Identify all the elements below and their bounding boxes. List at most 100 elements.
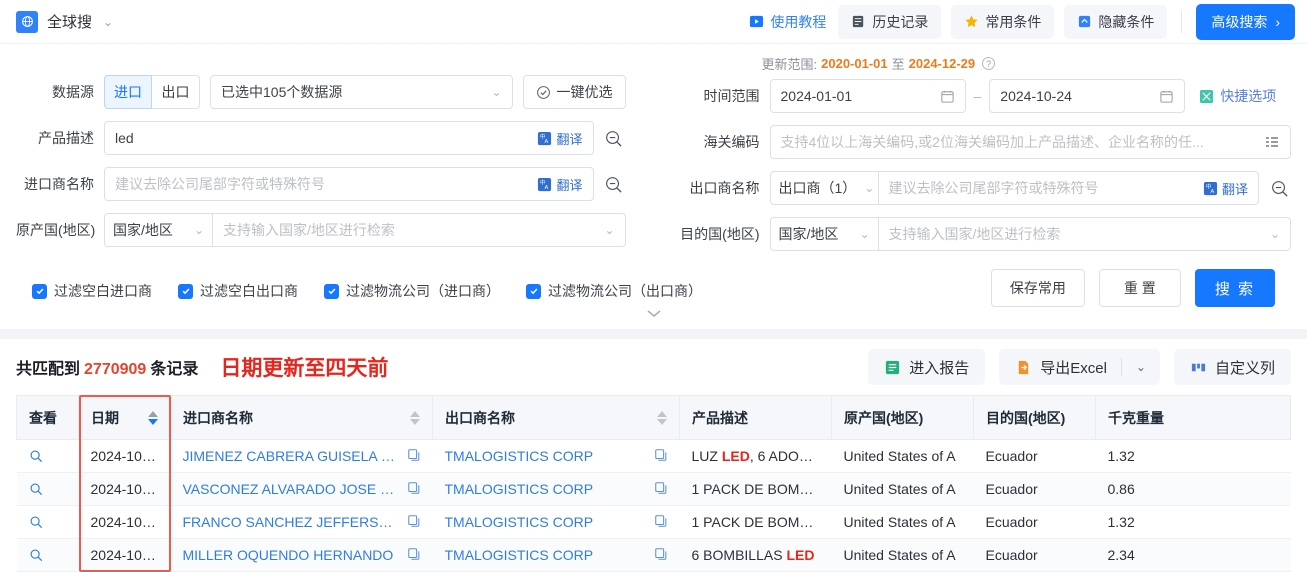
zoom-out-icon-button-exporter[interactable] xyxy=(1267,176,1291,200)
table-body: 2024-10-20 JIMENEZ CABRERA GUISELA KAR TMA… xyxy=(16,439,1291,572)
importer-name-input[interactable]: 建议去除公司尾部字符或特殊符号 中A 翻译 xyxy=(104,167,594,201)
importer-link[interactable]: JIMENEZ CABRERA GUISELA KAR xyxy=(183,448,399,464)
copy-icon[interactable] xyxy=(654,448,668,465)
table-row[interactable]: 2024-10-20 MILLER OQUENDO HERNANDO TMALOGI… xyxy=(16,538,1291,572)
hs-code-input[interactable]: 支持4位以上海关编码,或2位海关编码加上产品描述、企业名称的任... xyxy=(769,125,1291,159)
results-note: 日期更新至四天前 xyxy=(220,356,389,380)
help-icon[interactable]: ? xyxy=(982,57,996,70)
importer-link[interactable]: FRANCO SANCHEZ JEFFERSON P xyxy=(183,514,399,530)
importer-link[interactable]: MILLER OQUENDO HERNANDO xyxy=(183,547,394,563)
datasource-select[interactable]: 已选中105个数据源 ⌄ xyxy=(210,75,513,109)
column-header-destination[interactable]: 目的国(地区) xyxy=(973,395,1096,440)
exporter-type-select[interactable]: 出口商（1） ⌄ xyxy=(769,171,878,205)
save-common-button[interactable]: 保存常用 xyxy=(990,269,1085,307)
date-end-input[interactable]: 2024-10-24 xyxy=(989,79,1186,113)
column-label: 千克重量 xyxy=(1108,409,1164,426)
segment-import[interactable]: 进口 xyxy=(104,75,152,109)
hidden-conditions-button[interactable]: 隐藏条件 xyxy=(1064,4,1168,39)
cell-view[interactable] xyxy=(16,472,79,506)
exporter-link[interactable]: TMALOGISTICS CORP xyxy=(445,547,594,563)
view-detail-icon[interactable] xyxy=(29,548,67,562)
origin-country-input[interactable]: 支持输入国家/地区进行检索 ⌄ xyxy=(212,213,626,247)
chevron-down-icon[interactable]: ⌄ xyxy=(103,15,113,29)
zoom-out-icon-button-importer[interactable] xyxy=(602,172,626,196)
list-icon[interactable] xyxy=(1264,134,1280,150)
reset-button[interactable]: 重 置 xyxy=(1098,269,1181,307)
optimize-label: 一键优选 xyxy=(556,84,613,100)
column-header-importer[interactable]: 进口商名称 xyxy=(170,395,433,440)
copy-icon[interactable] xyxy=(654,514,668,531)
view-detail-icon[interactable] xyxy=(29,515,67,529)
copy-icon[interactable] xyxy=(654,547,668,564)
table-row[interactable]: 2024-10-20 FRANCO SANCHEZ JEFFERSON P TMAL… xyxy=(16,505,1291,539)
export-dropdown-button[interactable]: ⌄ xyxy=(1122,360,1160,374)
one-click-optimize-button[interactable]: 一键优选 xyxy=(522,75,626,109)
exporter-link[interactable]: TMALOGISTICS CORP xyxy=(445,448,594,464)
cell-view[interactable] xyxy=(16,505,79,539)
segment-export[interactable]: 出口 xyxy=(152,75,200,109)
brand[interactable]: 全球搜 ⌄ xyxy=(16,10,113,33)
view-detail-icon[interactable] xyxy=(29,449,67,463)
quick-options-button[interactable]: 快捷选项 xyxy=(1199,86,1276,106)
column-header-view[interactable]: 查看 xyxy=(16,395,79,440)
product-desc-input[interactable]: led 中A 翻译 xyxy=(104,121,594,155)
export-excel-button[interactable]: 导出Excel xyxy=(999,357,1121,378)
destination-country-input[interactable]: 支持输入国家/地区进行检索 ⌄ xyxy=(877,217,1291,251)
search-button[interactable]: 搜 索 xyxy=(1194,269,1275,307)
enter-report-label: 进入报告 xyxy=(909,359,970,377)
sort-icon-date[interactable] xyxy=(148,410,158,425)
importer-link[interactable]: VASCONEZ ALVARADO JOSE GA xyxy=(183,481,399,497)
trade-direction-toggle[interactable]: 进口 出口 xyxy=(104,75,200,109)
cell-view[interactable] xyxy=(16,439,79,473)
panel-collapse-area xyxy=(16,307,1291,329)
view-detail-icon[interactable] xyxy=(29,482,67,496)
column-label: 产品描述 xyxy=(692,409,748,426)
custom-columns-button[interactable]: 自定义列 xyxy=(1173,349,1291,385)
table-row[interactable]: 2024-10-20 VASCONEZ ALVARADO JOSE GA TMALO… xyxy=(16,472,1291,506)
checkbox-filter-logistics-exporter[interactable]: 过滤物流公司（出口商） xyxy=(526,281,702,301)
translate-button-importer[interactable]: 中A 翻译 xyxy=(537,175,583,194)
history-button[interactable]: 历史记录 xyxy=(838,4,942,39)
copy-icon[interactable] xyxy=(407,481,421,498)
column-header-exporter[interactable]: 出口商名称 xyxy=(432,395,680,440)
chevron-down-icon xyxy=(646,309,662,319)
column-label: 目的国(地区) xyxy=(986,409,1066,426)
copy-icon[interactable] xyxy=(407,547,421,564)
copy-icon[interactable] xyxy=(407,448,421,465)
check-icon xyxy=(526,283,541,299)
exporter-link[interactable]: TMALOGISTICS CORP xyxy=(445,514,594,530)
cell-date: 2024-10-20 xyxy=(78,439,171,473)
enter-report-button[interactable]: 进入报告 xyxy=(868,349,986,385)
date-start-input[interactable]: 2024-01-01 xyxy=(769,79,966,113)
translate-button[interactable]: 中A 翻译 xyxy=(537,129,583,148)
history-icon xyxy=(851,14,866,29)
destination-type-select[interactable]: 国家/地区 ⌄ xyxy=(769,217,878,251)
table-row[interactable]: 2024-10-20 JIMENEZ CABRERA GUISELA KAR TMA… xyxy=(16,439,1291,473)
sort-icon-importer[interactable] xyxy=(410,410,420,425)
checkbox-filter-blank-importer[interactable]: 过滤空白进口商 xyxy=(32,281,152,301)
zoom-out-icon-button[interactable] xyxy=(602,126,626,150)
favorites-button[interactable]: 常用条件 xyxy=(951,4,1055,39)
origin-type-select[interactable]: 国家/地区 ⌄ xyxy=(104,213,212,247)
history-label: 历史记录 xyxy=(872,13,929,30)
column-label: 进口商名称 xyxy=(183,409,253,426)
column-header-date[interactable]: 日期 xyxy=(78,395,171,440)
translate-button-exporter[interactable]: 中A 翻译 xyxy=(1203,179,1248,198)
tutorial-link[interactable]: 使用教程 xyxy=(747,8,828,36)
collapse-panel-button[interactable] xyxy=(620,307,687,328)
advanced-search-button[interactable]: 高级搜索 › xyxy=(1196,3,1295,40)
checkbox-label: 过滤空白出口商 xyxy=(200,283,298,299)
column-header-origin[interactable]: 原产国(地区) xyxy=(831,395,974,440)
exporter-link[interactable]: TMALOGISTICS CORP xyxy=(445,481,594,497)
cell-view[interactable] xyxy=(16,538,79,572)
column-header-product[interactable]: 产品描述 xyxy=(679,395,832,440)
copy-icon[interactable] xyxy=(654,481,668,498)
exporter-name-input[interactable]: 建议去除公司尾部字符或特殊符号 中A 翻译 xyxy=(877,171,1259,205)
cell-exporter: TMALOGISTICS CORP xyxy=(432,472,680,506)
copy-icon[interactable] xyxy=(407,514,421,531)
checkbox-filter-blank-exporter[interactable]: 过滤空白出口商 xyxy=(178,281,298,301)
sort-icon-exporter[interactable] xyxy=(657,410,667,425)
cell-weight: 2.34 xyxy=(1095,538,1291,572)
checkbox-filter-logistics-importer[interactable]: 过滤物流公司（进口商） xyxy=(324,281,500,301)
column-header-weight[interactable]: 千克重量 xyxy=(1095,395,1291,440)
